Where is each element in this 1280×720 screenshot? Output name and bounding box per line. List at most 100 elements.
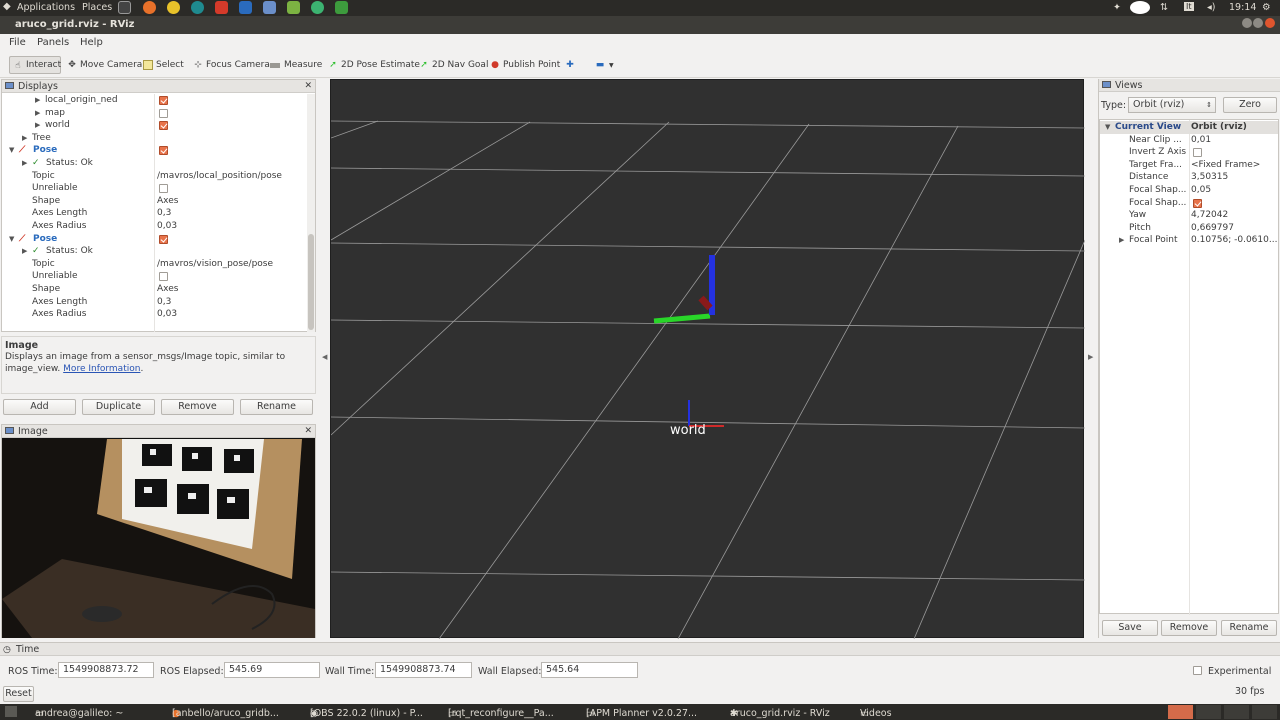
arduino-launcher-icon[interactable] bbox=[191, 1, 204, 14]
network-tray-icon[interactable]: ⇅ bbox=[1160, 2, 1168, 13]
tool-2d-pose-estimate[interactable]: ➚ 2D Pose Estimate bbox=[328, 57, 420, 73]
prop-value[interactable]: 4,72042 bbox=[1191, 209, 1228, 222]
menu-file[interactable]: File bbox=[9, 37, 26, 48]
current-view-row[interactable]: ▼ Current View Orbit (rviz) bbox=[1100, 121, 1278, 134]
remove-tool-dropdown[interactable]: ▬ ▼ bbox=[595, 57, 614, 73]
more-information-link[interactable]: More Information bbox=[63, 364, 140, 374]
row-value[interactable]: Axes bbox=[157, 195, 178, 208]
experimental-checkbox[interactable] bbox=[1193, 666, 1202, 675]
collapse-right-dock-icon[interactable]: ▶ bbox=[1088, 353, 1093, 361]
tool-interact[interactable]: ☝ Interact bbox=[9, 56, 61, 74]
collapse-arrow-icon[interactable]: ▼ bbox=[9, 144, 14, 157]
prop-value[interactable]: 0,05 bbox=[1191, 184, 1211, 197]
duplicate-display-button[interactable]: Duplicate bbox=[82, 399, 155, 415]
keyboard-tray-icon[interactable]: It bbox=[1184, 2, 1194, 11]
settings-tray-icon[interactable]: ⚙ bbox=[1262, 2, 1271, 13]
ros-tray-icon[interactable] bbox=[1130, 1, 1150, 14]
chrome-launcher-icon[interactable] bbox=[167, 1, 180, 14]
focal-shape-checkbox[interactable] bbox=[1193, 198, 1202, 208]
add-display-button[interactable]: Add bbox=[3, 399, 76, 415]
remove-view-button[interactable]: Remove bbox=[1161, 620, 1217, 636]
row-value[interactable]: /mavros/vision_pose/pose bbox=[157, 258, 273, 271]
fritzing-launcher-icon[interactable] bbox=[215, 1, 228, 14]
ros-elapsed-field[interactable]: 545.69 bbox=[224, 662, 320, 678]
view-type-select[interactable]: Orbit (rviz) ⇕ bbox=[1128, 97, 1216, 113]
show-desktop-icon[interactable] bbox=[5, 706, 17, 717]
prop-value[interactable]: 3,50315 bbox=[1191, 171, 1228, 184]
invert-z-checkbox[interactable] bbox=[1193, 148, 1202, 158]
tool-select[interactable]: Select bbox=[143, 57, 184, 73]
add-tool-button[interactable]: ✚ bbox=[565, 57, 574, 73]
workspace-switcher-2[interactable] bbox=[1196, 705, 1221, 719]
prop-value[interactable]: 0.10756; -0.0610... bbox=[1191, 234, 1277, 247]
row-value[interactable]: 0,3 bbox=[157, 296, 171, 309]
expand-arrow-icon[interactable]: ▶ bbox=[22, 157, 27, 170]
collapse-arrow-icon[interactable]: ▼ bbox=[1105, 121, 1110, 134]
minimize-window-icon[interactable] bbox=[1242, 18, 1252, 28]
terminal-launcher-icon[interactable] bbox=[118, 1, 131, 14]
pose-2-checkbox[interactable] bbox=[159, 234, 168, 244]
box-launcher-icon[interactable] bbox=[263, 1, 276, 14]
workspace-switcher-4[interactable] bbox=[1252, 705, 1277, 719]
tool-focus-camera[interactable]: ⊹ Focus Camera bbox=[193, 57, 270, 73]
render-viewport[interactable]: world bbox=[330, 79, 1086, 640]
unreliable-2-checkbox[interactable] bbox=[159, 272, 168, 282]
row-value[interactable]: /mavros/local_position/pose bbox=[157, 170, 282, 183]
prop-value[interactable]: 0,669797 bbox=[1191, 222, 1234, 235]
local-origin-ned-checkbox[interactable] bbox=[159, 96, 168, 105]
apple-menu-icon[interactable]: ◆ bbox=[3, 1, 11, 12]
row-value[interactable]: 0,3 bbox=[157, 207, 171, 220]
expand-arrow-icon[interactable]: ▶ bbox=[35, 107, 40, 120]
displays-scrollbar[interactable] bbox=[307, 94, 315, 332]
tool-publish-point[interactable]: ● Publish Point bbox=[490, 57, 560, 73]
workspace-switcher-active[interactable] bbox=[1168, 705, 1193, 719]
workspace-switcher-3[interactable] bbox=[1224, 705, 1249, 719]
places-menu[interactable]: Places bbox=[82, 2, 112, 13]
rename-view-button[interactable]: Rename bbox=[1221, 620, 1277, 636]
rename-display-button[interactable]: Rename bbox=[240, 399, 313, 415]
tool-2d-nav-goal[interactable]: ➚ 2D Nav Goal bbox=[419, 57, 488, 73]
pose-1-checkbox[interactable] bbox=[159, 146, 168, 156]
remove-display-button[interactable]: Remove bbox=[161, 399, 234, 415]
menu-panels[interactable]: Panels bbox=[37, 37, 69, 48]
spotify-launcher-icon[interactable] bbox=[311, 1, 324, 14]
green-app-launcher-icon[interactable] bbox=[335, 1, 348, 14]
menu-help[interactable]: Help bbox=[80, 37, 103, 48]
wall-time-field[interactable]: 1549908873.74 bbox=[375, 662, 472, 678]
row-value[interactable]: 0,03 bbox=[157, 220, 177, 233]
reset-button[interactable]: Reset bbox=[3, 686, 34, 702]
row-value[interactable]: Axes bbox=[157, 283, 178, 296]
android-launcher-icon[interactable] bbox=[287, 1, 300, 14]
volume-tray-icon[interactable]: ◂) bbox=[1207, 2, 1215, 13]
taskbar-firefox-label: [anbello/aruco_gridb... bbox=[172, 708, 279, 719]
zero-button[interactable]: Zero bbox=[1223, 97, 1277, 113]
tool-move-camera[interactable]: ✥ Move Camera bbox=[67, 57, 142, 73]
prop-value[interactable]: <Fixed Frame> bbox=[1191, 159, 1260, 172]
expand-arrow-icon[interactable]: ▶ bbox=[35, 119, 40, 132]
expand-arrow-icon[interactable]: ▶ bbox=[35, 94, 40, 107]
prop-value[interactable]: 0,01 bbox=[1191, 134, 1211, 147]
expand-arrow-icon[interactable]: ▶ bbox=[22, 245, 27, 258]
close-panel-icon[interactable]: ✕ bbox=[304, 425, 312, 438]
close-panel-icon[interactable]: ✕ bbox=[304, 80, 312, 93]
map-checkbox[interactable] bbox=[159, 108, 168, 118]
maximize-window-icon[interactable] bbox=[1253, 18, 1263, 28]
ros-time-field[interactable]: 1549908873.72 bbox=[58, 662, 154, 678]
save-view-button[interactable]: Save bbox=[1102, 620, 1158, 636]
wall-elapsed-field[interactable]: 545.64 bbox=[541, 662, 638, 678]
unreliable-1-checkbox[interactable] bbox=[159, 184, 168, 194]
applications-menu[interactable]: Applications bbox=[17, 2, 75, 13]
world-checkbox[interactable] bbox=[159, 121, 168, 131]
firefox-launcher-icon[interactable] bbox=[143, 1, 156, 14]
dropbox-tray-icon[interactable]: ✦ bbox=[1113, 2, 1121, 13]
expand-arrow-icon[interactable]: ▶ bbox=[22, 132, 27, 145]
expand-arrow-icon[interactable]: ▶ bbox=[1119, 234, 1124, 247]
row-value[interactable]: 0,03 bbox=[157, 308, 177, 321]
close-window-icon[interactable] bbox=[1265, 18, 1275, 28]
collapse-arrow-icon[interactable]: ▼ bbox=[9, 233, 14, 246]
puzzle-launcher-icon[interactable] bbox=[239, 1, 252, 14]
clock[interactable]: 19:14 bbox=[1229, 2, 1256, 13]
tool-measure[interactable]: Measure bbox=[270, 57, 322, 73]
scrollbar-thumb[interactable] bbox=[308, 234, 314, 330]
collapse-left-dock-icon[interactable]: ◀ bbox=[322, 353, 327, 361]
